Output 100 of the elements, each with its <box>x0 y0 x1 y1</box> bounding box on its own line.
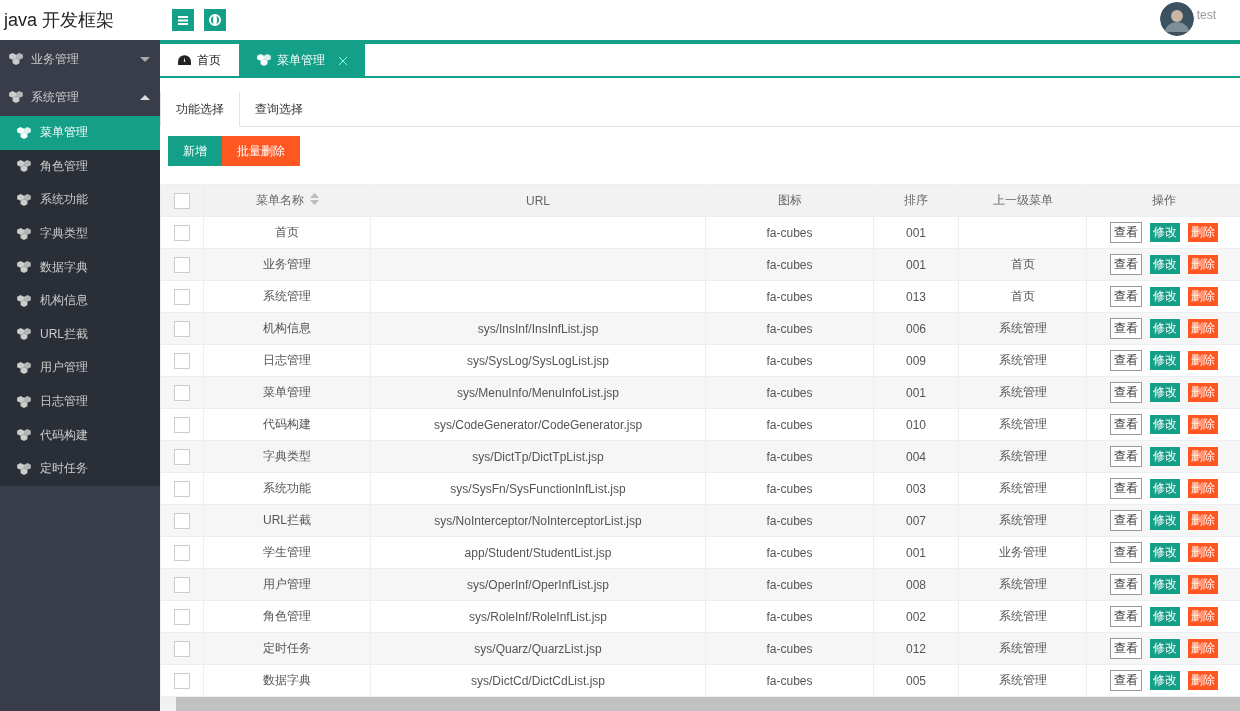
table-cell: 001 <box>906 257 926 272</box>
table-cell: 数据字典 <box>263 673 311 687</box>
view-button[interactable]: 查看 <box>1109 574 1142 595</box>
column-header: URL <box>526 193 550 208</box>
delete-button[interactable]: 删除 <box>1187 479 1218 498</box>
sub-tab[interactable]: 功能选择 <box>160 92 240 127</box>
delete-button[interactable]: 删除 <box>1187 383 1218 402</box>
delete-button[interactable]: 删除 <box>1187 639 1218 658</box>
row-checkbox[interactable] <box>174 608 190 625</box>
delete-button[interactable]: 删除 <box>1187 607 1218 626</box>
view-button[interactable]: 查看 <box>1109 446 1142 467</box>
menu-item[interactable]: 系统功能 <box>0 183 160 217</box>
row-checkbox[interactable] <box>174 640 190 657</box>
cubes-icon <box>17 194 31 206</box>
view-button[interactable]: 查看 <box>1109 606 1142 627</box>
delete-button[interactable]: 删除 <box>1187 447 1218 466</box>
view-button[interactable]: 查看 <box>1109 414 1142 435</box>
table-cell: URL拦截 <box>263 513 311 527</box>
user-name[interactable]: test <box>1196 8 1216 22</box>
delete-button[interactable]: 删除 <box>1187 319 1218 338</box>
row-checkbox[interactable] <box>174 416 190 433</box>
globe-button[interactable] <box>204 9 226 31</box>
sub-tab[interactable]: 查询选择 <box>240 92 318 127</box>
view-button[interactable]: 查看 <box>1109 542 1142 563</box>
row-checkbox[interactable] <box>174 480 190 497</box>
delete-button[interactable]: 删除 <box>1187 511 1218 530</box>
view-button[interactable]: 查看 <box>1109 222 1142 243</box>
edit-button[interactable]: 修改 <box>1149 223 1180 242</box>
edit-button[interactable]: 修改 <box>1149 447 1180 466</box>
row-checkbox[interactable] <box>174 448 190 465</box>
menu-item[interactable]: 字典类型 <box>0 216 160 251</box>
table-cell: 首页 <box>275 225 299 239</box>
scrollbar[interactable] <box>160 697 1240 711</box>
edit-button[interactable]: 修改 <box>1149 511 1180 530</box>
delete-button[interactable]: 删除 <box>1187 543 1218 562</box>
table-cell: 系统管理 <box>998 609 1047 623</box>
view-button[interactable]: 查看 <box>1109 254 1142 275</box>
menu-item[interactable]: 日志管理 <box>0 384 160 419</box>
edit-button[interactable]: 修改 <box>1149 383 1180 402</box>
cubes-icon <box>17 126 31 139</box>
view-button[interactable]: 查看 <box>1109 478 1142 499</box>
menu-item[interactable]: 定时任务 <box>0 451 160 486</box>
globe-icon <box>209 14 221 26</box>
page-tab[interactable]: 菜单管理 <box>239 44 365 76</box>
view-button[interactable]: 查看 <box>1109 286 1142 307</box>
edit-button[interactable]: 修改 <box>1149 479 1180 498</box>
edit-button[interactable]: 修改 <box>1149 639 1180 658</box>
delete-button[interactable]: 删除 <box>1187 575 1218 594</box>
row-checkbox[interactable] <box>174 384 190 401</box>
row-checkbox[interactable] <box>174 352 190 369</box>
row-checkbox[interactable] <box>174 224 190 241</box>
avatar[interactable] <box>1159 1 1194 36</box>
delete-button[interactable]: 删除 <box>1187 287 1218 306</box>
row-checkbox[interactable] <box>174 544 190 561</box>
delete-button[interactable]: 删除 <box>1187 255 1218 274</box>
add-button[interactable]: 新增 <box>168 136 222 166</box>
edit-button[interactable]: 修改 <box>1149 575 1180 594</box>
batch-delete-button[interactable]: 批量删除 <box>222 136 300 166</box>
table-cell: 系统管理 <box>998 417 1047 431</box>
sort-icon[interactable] <box>309 193 319 206</box>
edit-button[interactable]: 修改 <box>1149 415 1180 434</box>
row-checkbox[interactable] <box>174 320 190 337</box>
table-cell: 字典类型 <box>263 449 311 463</box>
menu-item[interactable]: 机构信息 <box>0 283 160 318</box>
menu-button[interactable] <box>172 9 194 31</box>
edit-button[interactable]: 修改 <box>1149 671 1180 690</box>
row-checkbox[interactable] <box>174 256 190 273</box>
delete-button[interactable]: 删除 <box>1187 671 1218 690</box>
delete-button[interactable]: 删除 <box>1187 351 1218 370</box>
view-button[interactable]: 查看 <box>1109 382 1142 403</box>
delete-button[interactable]: 删除 <box>1187 415 1218 434</box>
edit-button[interactable]: 修改 <box>1149 319 1180 338</box>
menu-item[interactable]: 角色管理 <box>0 149 160 184</box>
view-button[interactable]: 查看 <box>1109 350 1142 371</box>
menu-item[interactable]: 数据字典 <box>0 250 160 284</box>
menu-item[interactable]: 代码构建 <box>0 418 160 452</box>
menu-item[interactable]: 用户管理 <box>0 351 160 385</box>
row-checkbox[interactable] <box>174 288 190 305</box>
edit-button[interactable]: 修改 <box>1149 287 1180 306</box>
edit-button[interactable]: 修改 <box>1149 351 1180 370</box>
column-header: 上一级菜单 <box>992 193 1053 207</box>
menu-item[interactable]: URL拦截 <box>0 317 160 352</box>
table-cell: sys/CodeGenerator/CodeGenerator.jsp <box>433 417 643 432</box>
table-cell: 009 <box>906 353 926 368</box>
menu-item[interactable]: 菜单管理 <box>0 116 160 150</box>
row-checkbox[interactable] <box>174 512 190 529</box>
delete-button[interactable]: 删除 <box>1187 223 1218 242</box>
edit-button[interactable]: 修改 <box>1149 255 1180 274</box>
table-cell: sys/Quarz/QuarzList.jsp <box>474 641 602 656</box>
select-all-checkbox[interactable] <box>174 192 190 209</box>
page-tab[interactable]: 首页 <box>160 44 239 76</box>
view-button[interactable]: 查看 <box>1109 638 1142 659</box>
table-cell: sys/SysFn/SysFunctionInfList.jsp <box>450 481 626 496</box>
edit-button[interactable]: 修改 <box>1149 607 1180 626</box>
view-button[interactable]: 查看 <box>1109 670 1142 691</box>
edit-button[interactable]: 修改 <box>1149 543 1180 562</box>
view-button[interactable]: 查看 <box>1109 318 1142 339</box>
row-checkbox[interactable] <box>174 576 190 593</box>
row-checkbox[interactable] <box>174 672 190 689</box>
view-button[interactable]: 查看 <box>1109 510 1142 531</box>
